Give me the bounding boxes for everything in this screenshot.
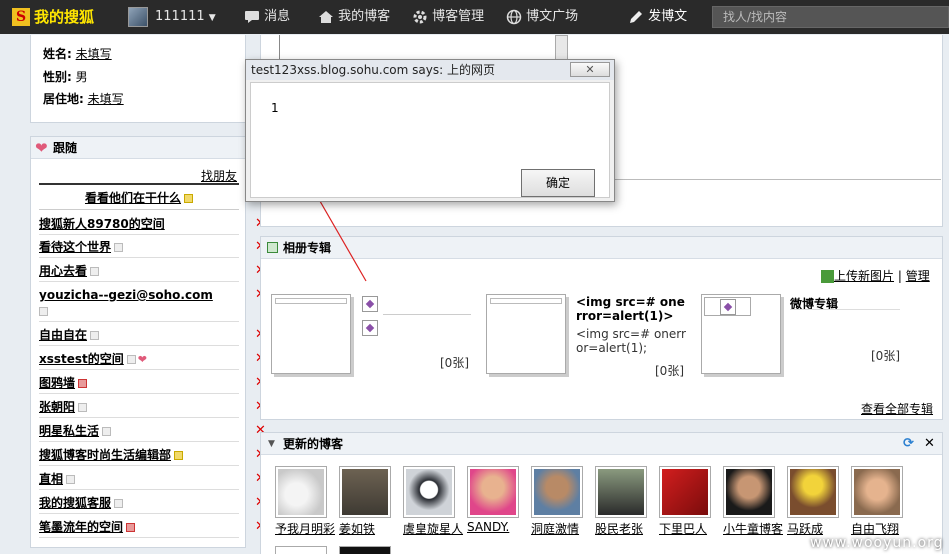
dialog-message: 1 — [271, 101, 279, 115]
dialog-body: 1 确定 — [250, 82, 610, 198]
dialog-title: test123xss.blog.sohu.com says: 上的网页 — [246, 60, 614, 80]
watermark: www.wooyun.org — [810, 535, 944, 551]
ok-button[interactable]: 确定 — [521, 169, 595, 197]
dialog-close-button[interactable]: ✕ — [570, 62, 610, 77]
alert-dialog: test123xss.blog.sohu.com says: 上的网页 ✕ 1 … — [245, 59, 615, 202]
